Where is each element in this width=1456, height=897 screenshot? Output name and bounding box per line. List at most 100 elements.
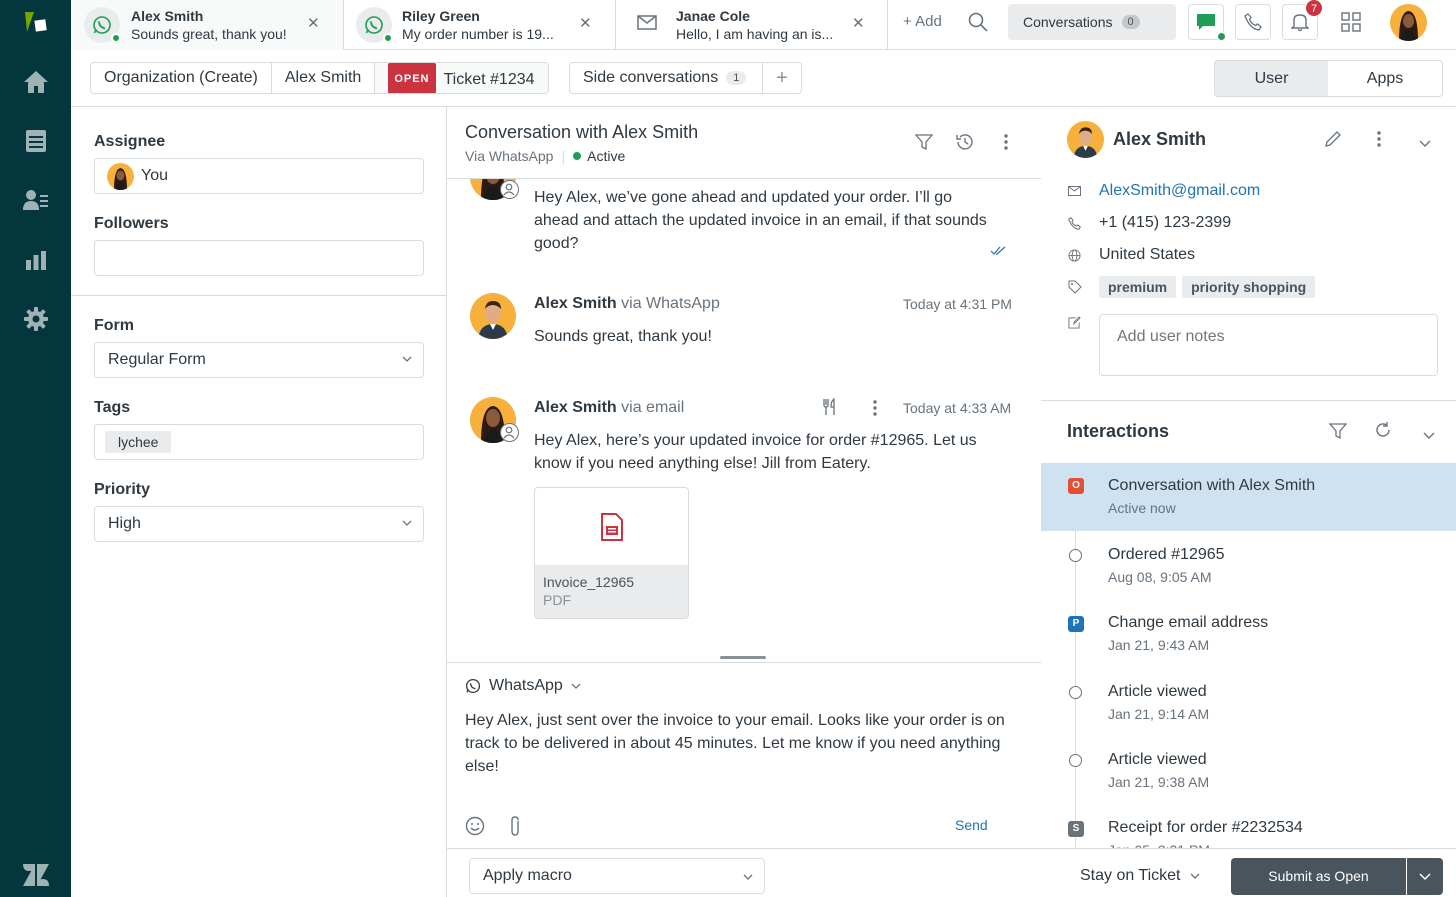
user-name: Alex Smith [1113, 129, 1207, 149]
apply-macro-select[interactable]: Apply macro [469, 858, 765, 894]
form-value: Regular Form [108, 351, 206, 368]
views-icon[interactable] [22, 127, 50, 155]
priority-select[interactable]: High [94, 506, 424, 542]
more-options-icon[interactable] [1003, 133, 1009, 156]
filter-icon[interactable] [914, 133, 934, 156]
followers-field[interactable] [94, 240, 424, 276]
tab-apps[interactable]: Apps [1328, 61, 1442, 96]
notes-icon [1068, 316, 1081, 334]
side-conversations-count: 1 [726, 71, 747, 85]
messaging-status-button[interactable] [1188, 4, 1227, 42]
breadcrumb-organization[interactable]: Organization (Create) [91, 63, 272, 93]
send-button[interactable]: Send [955, 817, 988, 833]
emoji-icon[interactable] [465, 816, 485, 841]
interaction-item[interactable]: Ordered #12965 Aug 08, 9:05 AM [1108, 546, 1225, 585]
refresh-icon[interactable] [1374, 421, 1392, 444]
restaurant-fork-knife-icon[interactable] [822, 397, 838, 421]
channel-switcher[interactable]: WhatsApp [465, 677, 581, 695]
assignee-avatar [107, 162, 134, 190]
zendesk-logo-icon[interactable] [22, 8, 50, 36]
message-channel: via WhatsApp [621, 295, 720, 312]
conversation-channel: Via WhatsApp [465, 148, 554, 164]
customers-icon[interactable] [22, 186, 50, 214]
search-icon[interactable] [968, 12, 988, 37]
admin-gear-icon[interactable] [22, 305, 50, 333]
attachment-type: PDF [543, 592, 571, 608]
stay-on-ticket-select[interactable]: Stay on Ticket [1080, 867, 1200, 885]
message-more-icon[interactable] [872, 399, 878, 422]
breadcrumb-ticket[interactable]: OPEN Ticket #1234 [375, 63, 548, 93]
home-icon[interactable] [22, 68, 50, 96]
attachment-card[interactable]: Invoice_12965 PDF [534, 487, 689, 619]
conversation-tab[interactable]: Riley Green My order number is 19... ✕ [344, 0, 616, 50]
online-status-dot [383, 33, 393, 43]
bell-icon [1291, 14, 1309, 32]
collapse-chevron-icon[interactable] [1419, 135, 1431, 153]
interaction-date: Jan 21, 9:38 AM [1108, 774, 1210, 790]
zendesk-z-icon[interactable] [22, 861, 50, 889]
agent-badge-icon [500, 423, 519, 442]
breadcrumb: Organization (Create) Alex Smith OPEN Tic… [90, 62, 549, 94]
conversation-panel: Conversation with Alex Smith Via WhatsAp… [447, 107, 1041, 897]
interaction-title: Conversation with Alex Smith [1108, 477, 1316, 494]
interaction-item[interactable]: Conversation with Alex Smith Active now [1108, 477, 1315, 516]
side-conversations-button[interactable]: Side conversations 1 [570, 63, 763, 93]
reporting-icon[interactable] [22, 246, 50, 274]
notifications-button[interactable]: 7 [1282, 0, 1323, 40]
phone-icon[interactable] [1235, 4, 1271, 40]
assignee-field[interactable]: You [94, 158, 424, 194]
user-email[interactable]: AlexSmith@gmail.com [1099, 182, 1260, 200]
form-select[interactable]: Regular Form [94, 342, 424, 378]
resize-handle[interactable] [720, 656, 766, 659]
message-text: Hey Alex, we’ve gone ahead and updated y… [534, 189, 987, 252]
tag-chip[interactable]: lychee [105, 431, 172, 453]
close-tab-icon[interactable]: ✕ [579, 14, 592, 32]
conversation-status: Active [587, 148, 626, 164]
apps-grid-icon[interactable] [1341, 12, 1361, 37]
interaction-title: Change email address [1108, 614, 1269, 631]
interaction-date: Aug 08, 9:05 AM [1108, 569, 1212, 585]
tab-preview: Sounds great, thank you! [131, 25, 287, 42]
pending-ticket-marker: P [1068, 616, 1084, 632]
attachment-icon[interactable] [508, 815, 522, 842]
conversations-button[interactable]: Conversations 0 [1008, 4, 1176, 40]
interaction-title: Article viewed [1108, 751, 1207, 768]
interaction-item[interactable]: Change email address Jan 21, 9:43 AM [1108, 614, 1268, 653]
message-time: Today at 4:33 AM [903, 400, 1012, 416]
agent-avatar[interactable] [1390, 4, 1427, 41]
edit-pencil-icon[interactable] [1324, 130, 1342, 153]
divider [1041, 400, 1456, 401]
user-tag[interactable]: priority shopping [1182, 276, 1316, 298]
whatsapp-icon [356, 7, 393, 43]
user-tag[interactable]: premium [1099, 276, 1177, 298]
location-row: United States [1068, 246, 1195, 264]
email-row: AlexSmith@gmail.com [1068, 182, 1260, 200]
composer-input[interactable]: Hey Alex, just sent over the invoice to … [465, 709, 1015, 778]
chat-bubble-icon [1197, 14, 1215, 30]
user-more-icon[interactable] [1376, 130, 1382, 153]
breadcrumb-user[interactable]: Alex Smith [272, 63, 376, 93]
product-nav [0, 0, 71, 897]
conversation-tab[interactable]: Janae Cole Hello, I am having an is... ✕ [616, 0, 888, 50]
interactions-list: O Conversation with Alex Smith Active now… [1041, 463, 1456, 897]
add-tab-button[interactable]: + Add [903, 13, 942, 30]
tab-user[interactable]: User [1215, 61, 1328, 96]
history-icon[interactable] [955, 132, 975, 157]
close-tab-icon[interactable]: ✕ [307, 14, 320, 32]
active-status-dot [573, 152, 582, 160]
submit-options-button[interactable] [1407, 858, 1443, 895]
message-channel: via email [621, 399, 685, 416]
tags-field[interactable]: lychee [94, 424, 424, 460]
filter-icon[interactable] [1328, 422, 1348, 445]
submit-button[interactable]: Submit as Open [1231, 858, 1406, 895]
top-bar: Alex Smith Sounds great, thank you! ✕ Ri… [71, 0, 1456, 50]
collapse-chevron-icon[interactable] [1423, 427, 1435, 445]
attachment-name: Invoice_12965 [543, 574, 635, 590]
add-side-conversation-button[interactable]: + [763, 63, 801, 93]
interaction-title: Receipt for order #2232534 [1108, 819, 1303, 836]
conversation-tab[interactable]: Alex Smith Sounds great, thank you! ✕ [71, 0, 344, 50]
interaction-item[interactable]: Article viewed Jan 21, 9:14 AM [1108, 683, 1209, 722]
close-tab-icon[interactable]: ✕ [852, 14, 865, 32]
interaction-item[interactable]: Article viewed Jan 21, 9:38 AM [1108, 751, 1209, 790]
user-notes-input[interactable] [1099, 314, 1438, 376]
